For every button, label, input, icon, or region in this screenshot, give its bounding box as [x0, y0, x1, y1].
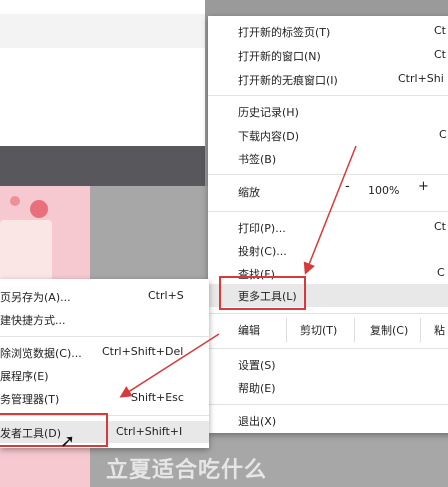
arrow-to-developer-tools	[119, 333, 220, 398]
mouse-cursor-icon: ➚	[60, 431, 76, 452]
annotation-arrows	[119, 145, 357, 398]
arrow-to-more-tools	[303, 145, 357, 275]
